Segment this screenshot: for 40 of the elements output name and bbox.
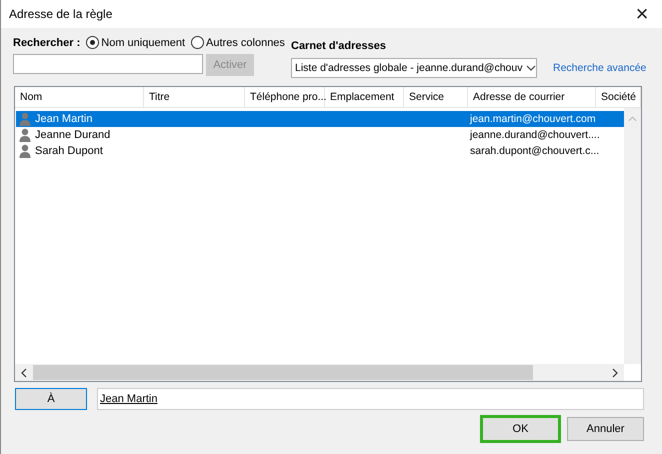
contact-name: Jeanne Durand [35,129,110,141]
contact-name: Sarah Dupont [35,145,103,157]
contact-email: jean.martin@chouvert.com [469,113,597,125]
contact-row[interactable]: Jeanne Durand jeanne.durand@chouvert.... [16,127,624,143]
column-header[interactable]: Nom [15,87,144,107]
search-label: Rechercher : [13,36,80,48]
ok-button[interactable]: OK [480,415,561,443]
search-field[interactable] [13,54,203,74]
chevron-left-icon[interactable] [21,368,27,378]
advanced-search-link[interactable]: Recherche avancée [553,62,646,74]
column-header[interactable]: Adresse de courrier [468,87,596,107]
contact-email: sarah.dupont@chouvert.c... [469,145,600,157]
chevron-right-icon[interactable] [612,368,618,378]
close-button[interactable]: × [622,0,662,28]
caret-icon [526,65,536,71]
column-header[interactable]: Téléphone pro... [245,87,325,107]
column-header[interactable]: Emplacement [325,87,404,107]
column-header[interactable]: Service [404,87,468,107]
recipient-field[interactable]: Jean Martin [97,388,644,410]
column-header[interactable]: Société [596,87,641,107]
person-icon [19,112,31,126]
person-icon [19,128,31,142]
radio-button[interactable] [86,36,100,49]
address-book-label: Carnet d'adresses [291,40,387,52]
radio-button[interactable] [191,36,204,49]
column-header[interactable]: Titre [144,87,245,107]
radio-label[interactable]: Autres colonnes [206,36,285,48]
contact-row[interactable]: Sarah Dupont sarah.dupont@chouvert.c... [16,143,624,159]
window-title: Adresse de la règle [9,7,112,21]
cancel-button[interactable]: Annuler [567,417,644,441]
horizontal-scrollbar[interactable] [15,364,624,381]
recipient-name[interactable]: Jean Martin [100,393,158,405]
person-icon [19,144,31,158]
address-book-dropdown[interactable]: Liste d'adresses globale - jeanne.durand@chouv [291,58,537,78]
contact-row[interactable]: Jean Martin jean.martin@chouvert.com [16,111,624,127]
to-button[interactable]: À [15,388,87,410]
contact-name: Jean Martin [35,113,92,125]
contact-email: jeanne.durand@chouvert.... [469,129,601,141]
vertical-scrollbar[interactable] [624,108,641,364]
radio-label[interactable]: Nom uniquement [101,36,186,48]
